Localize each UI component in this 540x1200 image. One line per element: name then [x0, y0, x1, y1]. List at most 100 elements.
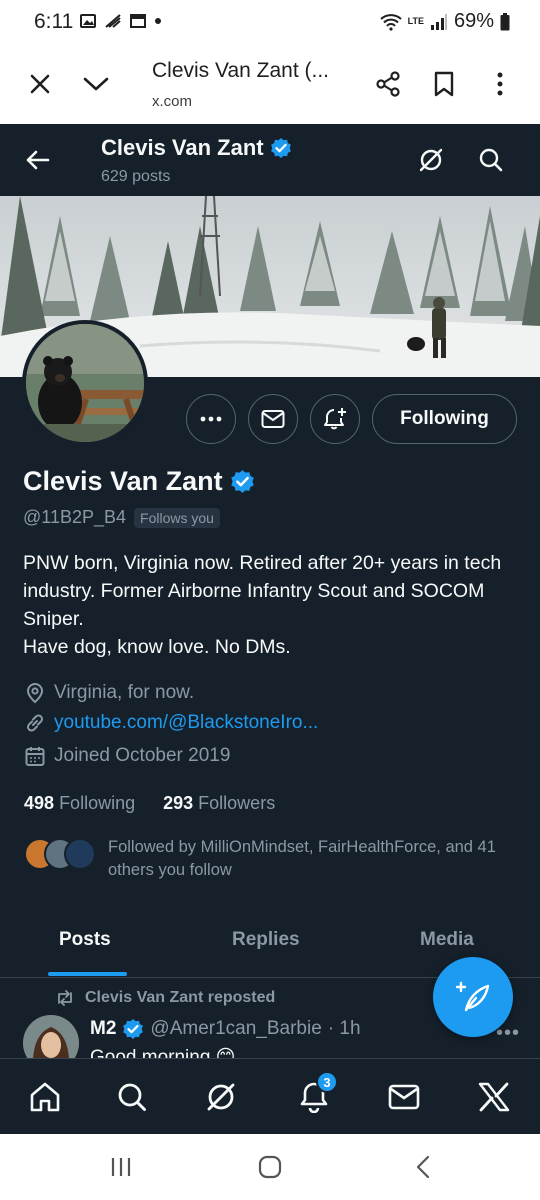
verified-badge-icon	[270, 138, 291, 158]
more-horizontal-icon	[200, 416, 222, 422]
tab-media[interactable]: Media	[420, 929, 474, 951]
following-button[interactable]: Following	[372, 394, 517, 444]
post-header: M2 @Amer1can_Barbie · 1h	[90, 1018, 361, 1040]
grok-icon	[419, 148, 443, 172]
mail-icon	[388, 1084, 420, 1110]
notify-button[interactable]	[310, 394, 360, 444]
post-text: Good morning 😊	[90, 1047, 236, 1058]
gallery-icon	[80, 14, 96, 28]
wifi-icon	[379, 13, 402, 31]
following-stat[interactable]: 498 Following	[24, 793, 135, 814]
battery-percent: 69%	[453, 10, 494, 32]
header-name: Clevis Van Zant	[101, 135, 264, 160]
profile-bio: PNW born, Virginia now. Retired after 20…	[23, 549, 518, 661]
profile-handle-row: @11B2P_B4 Follows you	[23, 507, 220, 528]
bio-line: PNW born, Virginia now. Retired after 20…	[23, 552, 502, 630]
notification-badge: 3	[316, 1071, 338, 1093]
location-pin-icon	[26, 682, 44, 704]
compose-feather-icon	[455, 981, 490, 1012]
signal-bars-icon	[105, 14, 121, 28]
search-button[interactable]	[473, 142, 509, 178]
website-row: youtube.com/@BlackstoneIro...	[24, 712, 318, 734]
back-button[interactable]	[20, 142, 56, 178]
link-icon	[26, 714, 44, 732]
search-icon	[118, 1083, 146, 1111]
grok-button[interactable]	[413, 142, 449, 178]
battery-icon	[500, 12, 510, 30]
repost-icon	[58, 990, 72, 1006]
back-nav-button[interactable]	[408, 1152, 438, 1182]
profile-name-row: Clevis Van Zant	[23, 466, 255, 497]
verified-badge-icon	[123, 1019, 144, 1039]
follow-stats: 498 Following 293 Followers	[24, 793, 275, 814]
bottom-navigation: 3	[0, 1058, 540, 1134]
more-vertical-icon	[497, 72, 503, 96]
more-options-button[interactable]	[186, 394, 236, 444]
repost-label: Clevis Van Zant reposted	[85, 989, 276, 1006]
calendar-icon	[130, 14, 146, 28]
close-tab-button[interactable]	[20, 64, 60, 104]
chevron-down-icon	[83, 77, 109, 91]
followed-by-row[interactable]: Followed by MilliOnMindset, FairHealthFo…	[24, 834, 518, 884]
following-count: 498	[24, 793, 55, 813]
profile-avatar[interactable]	[22, 320, 148, 446]
avatar	[64, 838, 96, 870]
nav-x[interactable]	[474, 1077, 514, 1117]
status-notification-icons	[80, 13, 162, 29]
dot-icon	[155, 18, 161, 24]
chevron-left-icon	[416, 1155, 430, 1179]
grok-icon	[207, 1083, 235, 1111]
x-logo-icon	[478, 1082, 510, 1112]
location-text: Virginia, for now.	[54, 682, 195, 703]
location-row: Virginia, for now.	[24, 682, 194, 704]
bookmark-icon	[434, 71, 454, 97]
minimize-tab-button[interactable]	[76, 64, 116, 104]
nav-search[interactable]	[112, 1077, 152, 1117]
recent-apps-button[interactable]	[106, 1152, 136, 1182]
post-author-name[interactable]: M2	[90, 1018, 116, 1040]
nav-messages[interactable]	[384, 1077, 424, 1117]
status-right: LTE 69%	[379, 10, 510, 33]
bell-plus-icon	[324, 408, 346, 430]
nav-home[interactable]	[25, 1077, 65, 1117]
followers-label: Followers	[198, 793, 276, 813]
calendar-icon	[25, 747, 45, 766]
repost-indicator: Clevis Van Zant reposted	[55, 989, 275, 1007]
followers-count: 293	[163, 793, 194, 813]
cell-signal-icon	[430, 13, 447, 30]
tab-replies[interactable]: Replies	[232, 929, 300, 951]
status-bar: 6:11 LTE 69%	[0, 0, 540, 44]
header-name-row: Clevis Van Zant	[101, 135, 292, 161]
browser-url[interactable]: x.com	[152, 93, 192, 110]
followers-stat[interactable]: 293 Followers	[163, 793, 275, 814]
nav-grok[interactable]	[201, 1077, 241, 1117]
post-time: · 1h	[327, 1018, 361, 1039]
post-author-handle: @Amer1can_Barbie	[150, 1018, 322, 1039]
follows-you-badge: Follows you	[134, 507, 220, 528]
header-posts-count: 629 posts	[101, 168, 171, 185]
profile-handle: @11B2P_B4	[23, 507, 127, 527]
compose-post-button[interactable]	[433, 957, 513, 1037]
android-navigation-bar	[0, 1134, 540, 1200]
browser-menu-button[interactable]	[480, 64, 520, 104]
mail-icon	[261, 410, 285, 428]
browser-toolbar: Clevis Van Zant (... x.com	[0, 44, 540, 124]
joined-row: Joined October 2019	[24, 745, 230, 767]
share-button[interactable]	[368, 64, 408, 104]
bookmark-button[interactable]	[424, 64, 464, 104]
message-button[interactable]	[248, 394, 298, 444]
active-tab-indicator	[48, 972, 127, 976]
close-icon	[30, 74, 50, 94]
bio-line: Have dog, know love. No DMs.	[23, 636, 291, 658]
lte-label: LTE	[407, 16, 424, 26]
followed-by-avatars	[24, 838, 96, 870]
profile-name: Clevis Van Zant	[23, 466, 223, 496]
following-label: Following	[59, 793, 136, 813]
tab-posts[interactable]: Posts	[59, 929, 111, 951]
browser-page-title: Clevis Van Zant (...	[152, 59, 330, 82]
website-link[interactable]: youtube.com/@BlackstoneIro...	[54, 712, 318, 734]
home-button[interactable]	[255, 1152, 285, 1182]
verified-badge-icon[interactable]	[230, 469, 255, 494]
arrow-left-icon	[26, 150, 50, 170]
share-icon	[376, 71, 400, 97]
